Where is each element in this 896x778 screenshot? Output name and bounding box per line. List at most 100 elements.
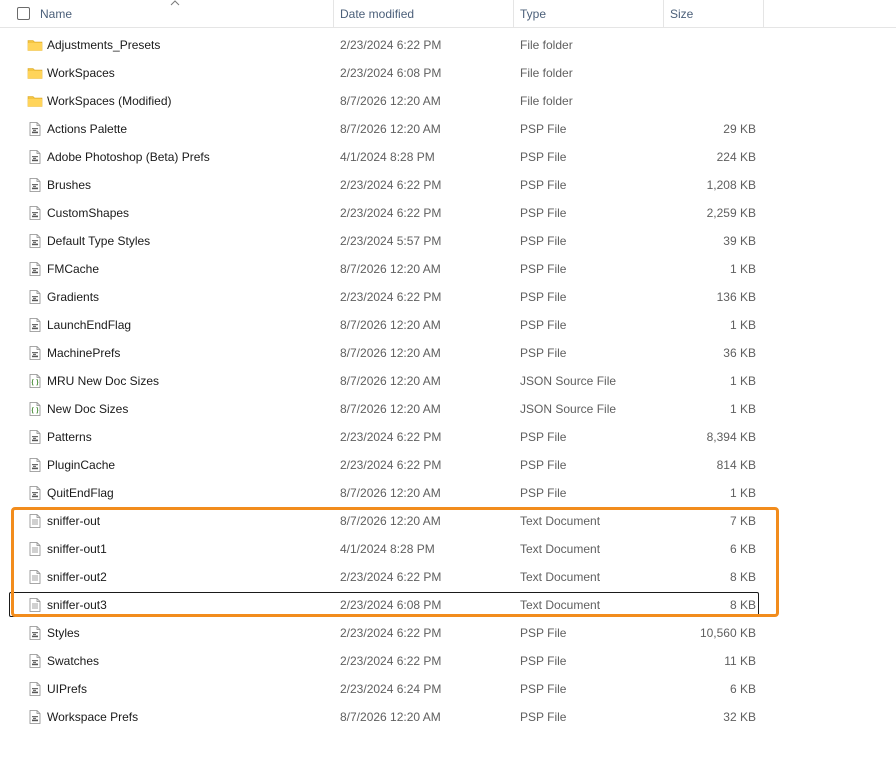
file-row[interactable]: Swatches 2/23/2024 6:22 PM PSP File 11 KB	[0, 647, 896, 675]
file-name: sniffer-out	[47, 514, 101, 528]
file-type: PSP File	[520, 682, 567, 696]
file-date-modified: 4/1/2024 8:28 PM	[340, 150, 435, 164]
file-date-modified: 8/7/2026 12:20 AM	[340, 402, 441, 416]
file-row[interactable]: PluginCache 2/23/2024 6:22 PM PSP File 814 …	[0, 451, 896, 479]
file-name: UIPrefs	[47, 682, 88, 696]
file-date-modified: 2/23/2024 5:57 PM	[340, 234, 442, 248]
psp-file-icon	[27, 709, 43, 725]
psp-file-icon	[27, 653, 43, 669]
file-date-modified: 8/7/2026 12:20 AM	[340, 374, 441, 388]
psp-file-icon	[27, 289, 43, 305]
file-date-modified: 4/1/2024 8:28 PM	[340, 542, 435, 556]
file-type: Text Document	[520, 598, 601, 612]
file-row[interactable]: LaunchEndFlag 8/7/2026 12:20 AM PSP File 1 …	[0, 311, 896, 339]
file-size: 1 KB	[729, 486, 756, 500]
file-date-modified: 8/7/2026 12:20 AM	[340, 122, 441, 136]
file-name: sniffer-out2	[47, 570, 107, 584]
file-size: 1 KB	[729, 318, 756, 332]
file-name: sniffer-out3	[47, 598, 107, 612]
file-row[interactable]: Adjustments_Presets 2/23/2024 6:22 PM File…	[0, 31, 896, 59]
file-size: 39 KB	[723, 234, 756, 248]
file-size: 8 KB	[729, 598, 756, 612]
file-name: PluginCache	[47, 458, 116, 472]
psp-file-icon	[27, 149, 43, 165]
psp-file-icon	[27, 625, 43, 641]
file-name: Workspace Prefs	[47, 710, 139, 724]
file-row[interactable]: WorkSpaces 2/23/2024 6:08 PM File folder	[0, 59, 896, 87]
folder-icon	[27, 65, 43, 81]
file-size: 224 KB	[716, 150, 756, 164]
file-size	[664, 87, 756, 115]
file-row[interactable]: sniffer-out 8/7/2026 12:20 AM Text Documen…	[0, 507, 896, 535]
file-row[interactable]: sniffer-out3 2/23/2024 6:08 PM Text Docume…	[0, 591, 896, 619]
file-type: File folder	[520, 38, 573, 52]
column-header-type[interactable]: Type	[514, 0, 664, 28]
file-name: WorkSpaces	[47, 66, 115, 80]
file-size: 11 KB	[724, 654, 756, 668]
file-date-modified: 8/7/2026 12:20 AM	[340, 346, 441, 360]
file-type: PSP File	[520, 234, 567, 248]
file-row[interactable]: Brushes 2/23/2024 6:22 PM PSP File 1,208 KB	[0, 171, 896, 199]
folder-icon	[27, 37, 43, 53]
file-date-modified: 2/23/2024 6:22 PM	[340, 38, 442, 52]
file-size: 2,259 KB	[706, 206, 756, 220]
psp-file-icon	[27, 233, 43, 249]
file-size: 36 KB	[723, 346, 756, 360]
column-header-date-modified[interactable]: Date modified	[334, 0, 514, 28]
file-size	[664, 31, 756, 59]
file-size: 10,560 KB	[699, 626, 756, 640]
file-row[interactable]: sniffer-out1 4/1/2024 8:28 PM Text Documen…	[0, 535, 896, 563]
file-row[interactable]: Actions Palette 8/7/2026 12:20 AM PSP File…	[0, 115, 896, 143]
file-row[interactable]: MachinePrefs 8/7/2026 12:20 AM PSP File 36 …	[0, 339, 896, 367]
file-date-modified: 2/23/2024 6:24 PM	[340, 682, 442, 696]
file-row[interactable]: CustomShapes 2/23/2024 6:22 PM PSP File 2,2…	[0, 199, 896, 227]
file-name: LaunchEndFlag	[47, 318, 132, 332]
file-name: Adobe Photoshop (Beta) Prefs	[47, 150, 210, 164]
file-date-modified: 2/23/2024 6:08 PM	[340, 598, 442, 612]
file-row[interactable]: WorkSpaces (Modified) 8/7/2026 12:20 AM Fi…	[0, 87, 896, 115]
file-size: 814 KB	[716, 458, 756, 472]
file-row[interactable]: Gradients 2/23/2024 6:22 PM PSP File 136 KB	[0, 283, 896, 311]
file-type: PSP File	[520, 122, 567, 136]
file-row[interactable]: Workspace Prefs 8/7/2026 12:20 AM PSP File…	[0, 703, 896, 731]
file-explorer: Name Date modified Type Size Adjustments…	[0, 0, 896, 778]
file-row[interactable]: Default Type Styles 2/23/2024 5:57 PM PSP …	[0, 227, 896, 255]
file-date-modified: 2/23/2024 6:08 PM	[340, 66, 442, 80]
file-size: 6 KB	[729, 682, 756, 696]
file-date-modified: 2/23/2024 6:22 PM	[340, 178, 442, 192]
file-row[interactable]: QuitEndFlag 8/7/2026 12:20 AM PSP File 1 KB	[0, 479, 896, 507]
psp-file-icon	[27, 485, 43, 501]
file-row[interactable]: FMCache 8/7/2026 12:20 AM PSP File 1 KB	[0, 255, 896, 283]
file-size: 8 KB	[729, 570, 756, 584]
file-type: PSP File	[520, 178, 567, 192]
file-name: Styles	[47, 626, 80, 640]
column-header-row: Name Date modified Type Size	[0, 0, 896, 28]
file-row[interactable]: sniffer-out2 2/23/2024 6:22 PM Text Docume…	[0, 563, 896, 591]
file-name: Swatches	[47, 654, 100, 668]
file-row[interactable]: Styles 2/23/2024 6:22 PM PSP File 10,560 KB	[0, 619, 896, 647]
json-file-icon	[27, 373, 43, 389]
file-type: PSP File	[520, 710, 567, 724]
psp-file-icon	[27, 681, 43, 697]
file-row[interactable]: Patterns 2/23/2024 6:22 PM PSP File 8,394 K…	[0, 423, 896, 451]
file-row[interactable]: New Doc Sizes 8/7/2026 12:20 AM JSON Sourc…	[0, 395, 896, 423]
file-size: 1 KB	[729, 374, 756, 388]
text-file-icon	[27, 513, 43, 529]
file-type: PSP File	[520, 458, 567, 472]
file-name: MachinePrefs	[47, 346, 121, 360]
psp-file-icon	[27, 317, 43, 333]
file-size: 32 KB	[723, 710, 756, 724]
file-name: Actions Palette	[47, 122, 128, 136]
column-header-name[interactable]: Name	[0, 0, 334, 28]
text-file-icon	[27, 597, 43, 613]
file-date-modified: 8/7/2026 12:20 AM	[340, 318, 441, 332]
file-row[interactable]: Adobe Photoshop (Beta) Prefs 4/1/2024 8:2…	[0, 143, 896, 171]
file-type: File folder	[520, 66, 573, 80]
column-header-size[interactable]: Size	[664, 0, 764, 28]
file-row[interactable]: UIPrefs 2/23/2024 6:24 PM PSP File 6 KB	[0, 675, 896, 703]
psp-file-icon	[27, 121, 43, 137]
file-name: Gradients	[47, 290, 100, 304]
text-file-icon	[27, 541, 43, 557]
file-size: 1,208 KB	[706, 178, 756, 192]
file-row[interactable]: MRU New Doc Sizes 8/7/2026 12:20 AM JSON S…	[0, 367, 896, 395]
